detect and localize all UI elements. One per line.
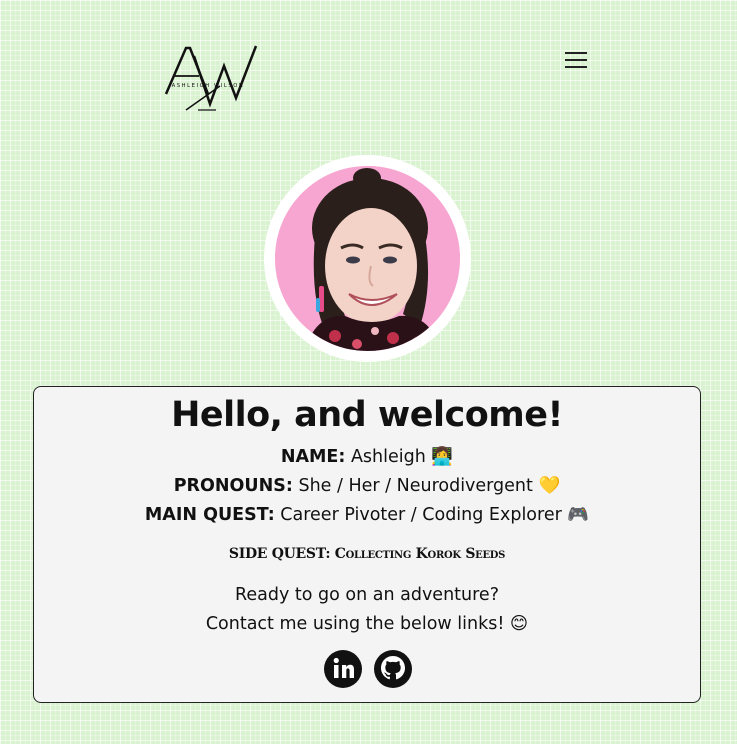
- linkedin-link[interactable]: [323, 649, 363, 689]
- cta-line-1: Ready to go on an adventure?: [234, 585, 499, 605]
- name-label: NAME:: [280, 447, 346, 467]
- github-link[interactable]: [373, 649, 413, 689]
- avatar-frame: [264, 155, 471, 362]
- name-value: Ashleigh 👩‍💻: [350, 447, 454, 467]
- main-quest-line: MAIN QUEST: Career Pivoter / Coding Expl…: [34, 503, 700, 527]
- pronouns-value: She / Her / Neurodivergent 💛: [298, 476, 561, 496]
- logo-text: Ashleigh Wilson: [172, 83, 245, 89]
- main-quest-value: Career Pivoter / Coding Explorer 🎮: [280, 505, 590, 525]
- hamburger-menu-icon: [565, 52, 587, 54]
- menu-button[interactable]: [562, 48, 592, 74]
- intro-card: Hello, and welcome! NAME: Ashleigh 👩‍💻 P…: [33, 386, 701, 703]
- main-quest-label: MAIN QUEST:: [144, 505, 275, 525]
- pronouns-label: PRONOUNS:: [173, 476, 293, 496]
- pronouns-line: PRONOUNS: She / Her / Neurodivergent 💛: [34, 474, 700, 498]
- cta-line-2: Contact me using the below links! 😊: [205, 614, 529, 634]
- name-line: NAME: Ashleigh 👩‍💻: [34, 445, 700, 469]
- page-title: Hello, and welcome!: [171, 395, 563, 435]
- site-logo[interactable]: Ashleigh Wilson: [158, 42, 258, 116]
- side-quest-text: SIDE QUEST: Collecting Korok Seeds: [228, 546, 506, 562]
- github-icon: [374, 650, 412, 688]
- linkedin-icon: [324, 650, 362, 688]
- avatar: [275, 166, 460, 351]
